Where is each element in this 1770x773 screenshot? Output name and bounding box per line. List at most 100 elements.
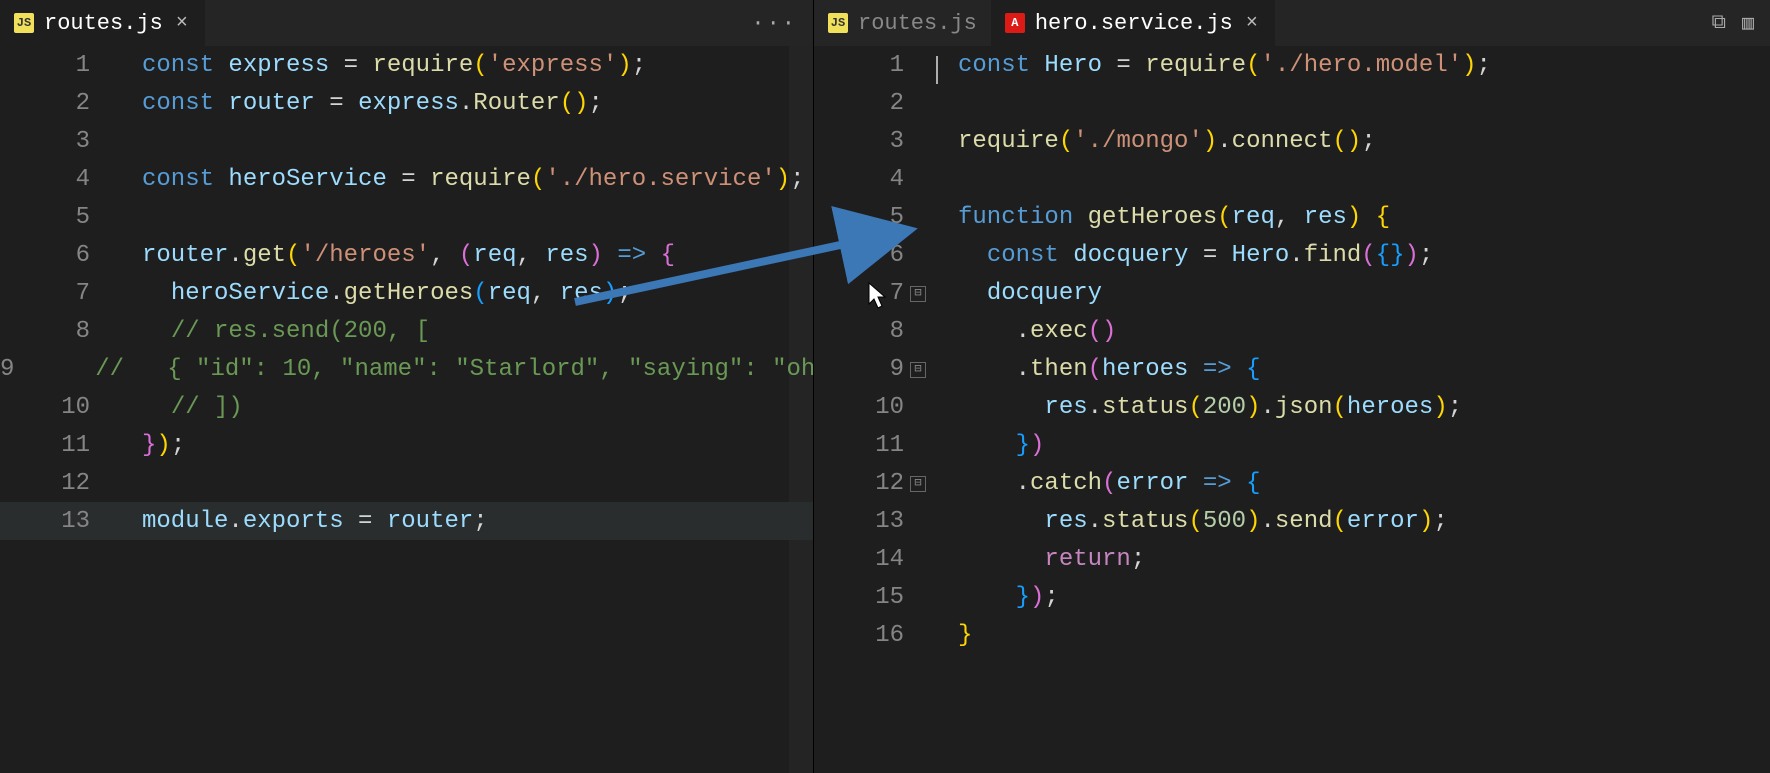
- code-line[interactable]: 12: [0, 464, 813, 502]
- fold-icon[interactable]: ⊟: [910, 286, 926, 302]
- line-number: 16: [814, 622, 926, 649]
- code-content[interactable]: const heroService = require('./hero.serv…: [112, 166, 805, 193]
- code-content[interactable]: function getHeroes(req, res) {: [926, 204, 1390, 231]
- editor-right[interactable]: 1const Hero = require('./hero.model');23…: [814, 46, 1770, 773]
- line-number: 13: [0, 508, 112, 535]
- code-line[interactable]: 14 return;: [814, 540, 1770, 578]
- code-content[interactable]: res.status(500).send(error);: [926, 508, 1448, 535]
- code-line[interactable]: 3: [0, 122, 813, 160]
- code-content[interactable]: // { "id": 10, "name": "Starlord", "sayi…: [36, 356, 813, 383]
- js-icon: JS: [828, 13, 848, 33]
- code-line[interactable]: 10 // ]): [0, 388, 813, 426]
- tab-hero-service[interactable]: A hero.service.js ×: [991, 0, 1275, 46]
- code-content[interactable]: const express = require('express');: [112, 52, 646, 79]
- code-content[interactable]: }: [926, 622, 972, 649]
- code-content[interactable]: router.get('/heroes', (req, res) => {: [112, 242, 675, 269]
- code-content[interactable]: res.status(200).json(heroes);: [926, 394, 1462, 421]
- tab-bar-right: JS routes.js A hero.service.js × ⧉ ▥: [814, 0, 1770, 46]
- line-number: 1: [0, 52, 112, 79]
- line-number: 2: [814, 90, 926, 117]
- compare-icon[interactable]: ⧉: [1712, 11, 1726, 35]
- line-number: 10: [0, 394, 112, 421]
- close-icon[interactable]: ×: [173, 14, 191, 32]
- fold-icon[interactable]: ⊟: [910, 362, 926, 378]
- tab-actions-left: ···: [735, 11, 813, 36]
- code-content[interactable]: module.exports = router;: [112, 508, 488, 535]
- code-line[interactable]: 15 });: [814, 578, 1770, 616]
- code-content[interactable]: }): [926, 432, 1044, 459]
- line-number: 13: [814, 508, 926, 535]
- code-line[interactable]: 13 res.status(500).send(error);: [814, 502, 1770, 540]
- code-content[interactable]: });: [926, 584, 1059, 611]
- code-line[interactable]: 6 const docquery = Hero.find({});: [814, 236, 1770, 274]
- line-number: 3: [814, 128, 926, 155]
- js-icon: JS: [14, 13, 34, 33]
- code-content[interactable]: .exec(): [926, 318, 1116, 345]
- code-line[interactable]: 4const heroService = require('./hero.ser…: [0, 160, 813, 198]
- code-line[interactable]: 11});: [0, 426, 813, 464]
- line-number: 4: [0, 166, 112, 193]
- more-icon[interactable]: ···: [751, 11, 797, 36]
- code-line[interactable]: 13module.exports = router;: [0, 502, 813, 540]
- line-number: 12: [0, 470, 112, 497]
- code-line[interactable]: 11 }): [814, 426, 1770, 464]
- line-number: 6: [0, 242, 112, 269]
- line-number: 5: [0, 204, 112, 231]
- code-line[interactable]: 2: [814, 84, 1770, 122]
- code-line[interactable]: 7 docquery: [814, 274, 1770, 312]
- code-content[interactable]: .catch(error => {: [926, 470, 1260, 497]
- code-line[interactable]: 12 .catch(error => {: [814, 464, 1770, 502]
- code-line[interactable]: 7 heroService.getHeroes(req, res);: [0, 274, 813, 312]
- code-content[interactable]: // res.send(200, [: [112, 318, 430, 345]
- code-content[interactable]: require('./mongo').connect();: [926, 128, 1376, 155]
- code-content[interactable]: const docquery = Hero.find({});: [926, 242, 1433, 269]
- code-content[interactable]: docquery: [926, 280, 1102, 307]
- line-number: 8: [0, 318, 112, 345]
- tab-label: routes.js: [858, 11, 977, 36]
- code-line[interactable]: 9 .then(heroes => {: [814, 350, 1770, 388]
- code-line[interactable]: 8 // res.send(200, [: [0, 312, 813, 350]
- code-content[interactable]: const router = express.Router();: [112, 90, 603, 117]
- line-number: 8: [814, 318, 926, 345]
- line-number: 3: [0, 128, 112, 155]
- tab-routes-right[interactable]: JS routes.js: [814, 0, 991, 46]
- code-content[interactable]: .then(heroes => {: [926, 356, 1260, 383]
- code-line[interactable]: 6router.get('/heroes', (req, res) => {: [0, 236, 813, 274]
- tab-actions-right: ⧉ ▥: [1696, 10, 1770, 36]
- close-icon[interactable]: ×: [1243, 14, 1261, 32]
- line-number: 11: [814, 432, 926, 459]
- code-line[interactable]: 5: [0, 198, 813, 236]
- code-line[interactable]: 1const Hero = require('./hero.model');: [814, 46, 1770, 84]
- code-line[interactable]: 8 .exec(): [814, 312, 1770, 350]
- line-number: 1: [814, 52, 926, 79]
- code-line[interactable]: 1const express = require('express');: [0, 46, 813, 84]
- editor-pane-left: JS routes.js × ··· 1const express = requ…: [0, 0, 814, 773]
- tab-label: routes.js: [44, 11, 163, 36]
- code-line[interactable]: 16}: [814, 616, 1770, 654]
- line-number: 2: [0, 90, 112, 117]
- workbench: JS routes.js × ··· 1const express = requ…: [0, 0, 1770, 773]
- code-line[interactable]: 9 // { "id": 10, "name": "Starlord", "sa…: [0, 350, 813, 388]
- code-content[interactable]: });: [112, 432, 185, 459]
- code-line[interactable]: 5function getHeroes(req, res) {: [814, 198, 1770, 236]
- line-number: 6: [814, 242, 926, 269]
- tab-routes-left[interactable]: JS routes.js ×: [0, 0, 205, 46]
- code-line[interactable]: 10 res.status(200).json(heroes);: [814, 388, 1770, 426]
- code-line[interactable]: 4: [814, 160, 1770, 198]
- editor-left[interactable]: 1const express = require('express');2con…: [0, 46, 813, 773]
- code-line[interactable]: 3require('./mongo').connect();: [814, 122, 1770, 160]
- line-number: 14: [814, 546, 926, 573]
- code-content[interactable]: const Hero = require('./hero.model');: [926, 52, 1491, 79]
- line-number: 11: [0, 432, 112, 459]
- line-number: 15: [814, 584, 926, 611]
- code-content[interactable]: // ]): [112, 394, 243, 421]
- split-layout-icon[interactable]: ▥: [1742, 10, 1754, 36]
- code-content[interactable]: heroService.getHeroes(req, res);: [112, 280, 632, 307]
- line-number: 10: [814, 394, 926, 421]
- fold-icon[interactable]: ⊟: [910, 476, 926, 492]
- tab-label: hero.service.js: [1035, 11, 1233, 36]
- code-content[interactable]: return;: [926, 546, 1145, 573]
- editor-pane-right: JS routes.js A hero.service.js × ⧉ ▥ 1co…: [814, 0, 1770, 773]
- text-cursor: [936, 56, 938, 84]
- code-line[interactable]: 2const router = express.Router();: [0, 84, 813, 122]
